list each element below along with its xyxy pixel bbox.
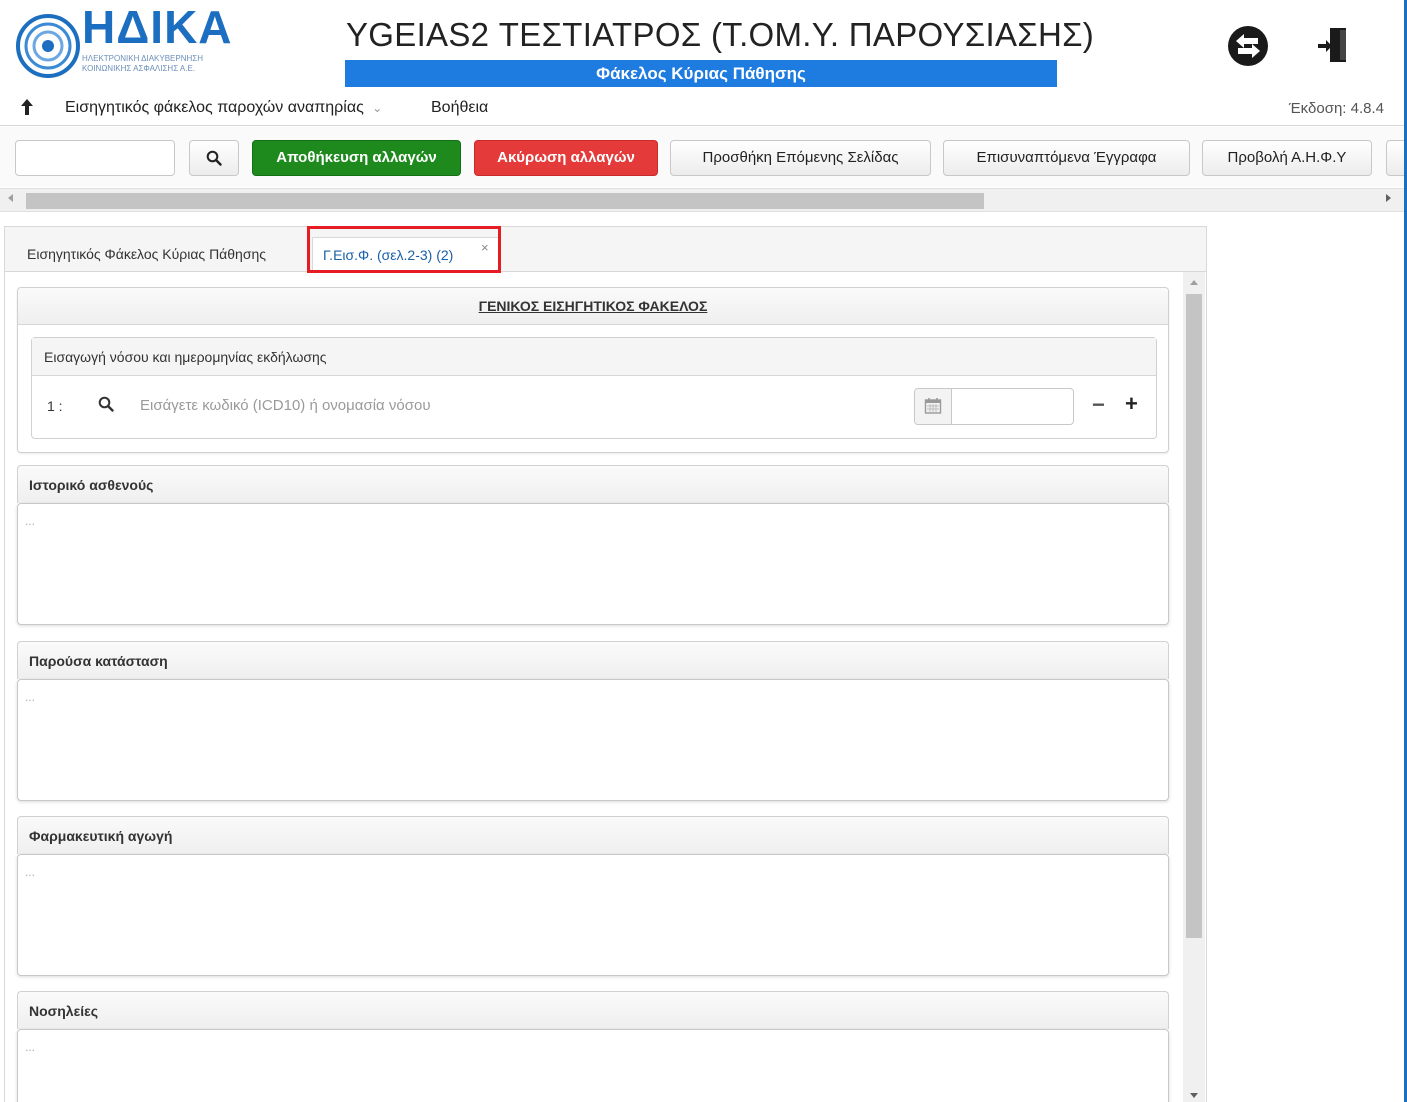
tab-strip: Εισηγητικός Φάκελος Κύριας Πάθησης Γ.Εισ… [5,227,1206,272]
current-status-title: Παρούσα κατάσταση [17,641,1169,679]
add-row-button[interactable]: + [1125,391,1138,417]
disease-panel: Εισαγωγή νόσου και ημερομηνίας εκδήλωσης… [31,337,1157,439]
vertical-scrollbar[interactable] [1183,272,1205,1102]
tab-highlight-box [307,226,501,273]
add-page-button[interactable]: Προσθήκη Επόμενης Σελίδας [670,140,931,176]
attachments-button[interactable]: Επισυναπτόμενα Έγγραφα [943,140,1190,176]
medication-title: Φαρμακευτική αγωγή [17,816,1169,854]
chevron-down-icon: ⌄ [372,101,383,115]
tab-main-folder[interactable]: Εισηγητικός Φάκελος Κύριας Πάθησης [17,237,276,272]
arrow-up-icon[interactable] [20,98,34,121]
row-number: 1 : [47,398,63,414]
history-textarea[interactable]: ... [17,503,1169,625]
page-subtitle: Φάκελος Κύριας Πάθησης [345,60,1057,87]
version-label: Έκδοση: 4.8.4 [1288,100,1384,117]
logo-subtitle-line2: ΚΟΙΝΩΝΙΚΗΣ ΑΣΦΑΛΙΣΗΣ Α.Ε. [82,64,196,73]
search-icon [206,150,222,166]
menu-help[interactable]: Βοήθεια [431,99,488,117]
cancel-button[interactable]: Ακύρωση αλλαγών [474,140,658,176]
logo-title: ΗΔΙΚΑ [82,1,233,53]
scroll-left-icon[interactable] [8,194,13,202]
view-ahfy-button[interactable]: Προβολή Α.Η.Φ.Υ [1202,140,1372,176]
date-field[interactable] [914,388,1074,425]
calendar-icon[interactable] [915,389,952,424]
app-title: YGEIAS2 ΤΕΣΤΙΑΤΡΟΣ (Τ.ΟΜ.Υ. ΠΑΡΟΥΣΙΑΣΗΣ) [346,16,1095,53]
history-title: Ιστορικό ασθενούς [17,465,1169,503]
menu-bar: Εισηγητικός φάκελος παροχών αναπηρίας ⌄ … [0,92,1404,126]
scroll-right-icon[interactable] [1386,194,1391,202]
disease-row: 1 : Εισάγετε κωδικό (ICD10) ή ονομασία ν… [32,376,1156,438]
more-button[interactable] [1386,140,1404,176]
current-status-textarea[interactable]: ... [17,679,1169,801]
app-window: ΗΔΙΚΑ ΗΛΕΚΤΡΟΝΙΚΗ ΔΙΑΚΥΒΕΡΝΗΣΗ ΚΟΙΝΩΝΙΚΗ… [0,0,1407,1102]
idika-logo: ΗΔΙΚΑ ΗΛΕΚΤΡΟΝΙΚΗ ΔΙΑΚΥΒΕΡΝΗΣΗ ΚΟΙΝΩΝΙΚΗ… [14,1,234,84]
logo-swirl-icon [16,14,80,78]
menu-file[interactable]: Εισηγητικός φάκελος παροχών αναπηρίας ⌄ [65,99,382,117]
history-section: Ιστορικό ασθενούς ... [17,465,1169,625]
toolbar: Αποθήκευση αλλαγών Ακύρωση αλλαγών Προσθ… [0,127,1404,187]
close-tab-icon[interactable]: × [481,240,489,255]
vertical-scrollbar-thumb[interactable] [1186,294,1202,938]
current-status-section: Παρούσα κατάσταση ... [17,641,1169,801]
logo-subtitle-line1: ΗΛΕΚΤΡΟΝΙΚΗ ΔΙΑΚΥΒΕΡΝΗΣΗ [82,54,203,63]
remove-row-button[interactable]: − [1092,392,1105,418]
scrollbar-thumb[interactable] [26,193,984,209]
medication-section: Φαρμακευτική αγωγή ... [17,816,1169,976]
hospitalizations-section: Νοσηλείες ... [17,991,1169,1102]
search-input[interactable] [15,140,175,176]
search-icon[interactable] [98,396,114,417]
menu-file-label: Εισηγητικός φάκελος παροχών αναπηρίας [65,99,364,116]
save-button[interactable]: Αποθήκευση αλλαγών [252,140,461,176]
switch-arrows-icon[interactable] [1226,24,1270,68]
hospitalizations-textarea[interactable]: ... [17,1029,1169,1102]
logo-subtitle: ΗΛΕΚΤΡΟΝΙΚΗ ΔΙΑΚΥΒΕΡΝΗΣΗ ΚΟΙΝΩΝΙΚΗΣ ΑΣΦΑ… [82,54,252,74]
disease-input[interactable]: Εισάγετε κωδικό (ICD10) ή ονομασία νόσου [140,397,431,414]
header: ΗΔΙΚΑ ΗΛΕΚΤΡΟΝΙΚΗ ΔΙΑΚΥΒΕΡΝΗΣΗ ΚΟΙΝΩΝΙΚΗ… [0,0,1404,92]
horizontal-scrollbar[interactable] [0,188,1404,212]
medication-textarea[interactable]: ... [17,854,1169,976]
general-folder-panel: ΓΕΝΙΚΟΣ ΕΙΣΗΓΗΤΙΚΟΣ ΦΑΚΕΛΟΣ Εισαγωγή νόσ… [17,287,1169,453]
scroll-down-icon[interactable] [1190,1093,1198,1098]
scroll-up-icon[interactable] [1190,280,1198,285]
logout-door-icon[interactable] [1316,24,1360,68]
general-folder-title: ΓΕΝΙΚΟΣ ΕΙΣΗΓΗΤΙΚΟΣ ΦΑΚΕΛΟΣ [18,288,1168,325]
disease-panel-title: Εισαγωγή νόσου και ημερομηνίας εκδήλωσης [32,338,1156,376]
hospitalizations-title: Νοσηλείες [17,991,1169,1029]
search-button[interactable] [189,140,239,176]
